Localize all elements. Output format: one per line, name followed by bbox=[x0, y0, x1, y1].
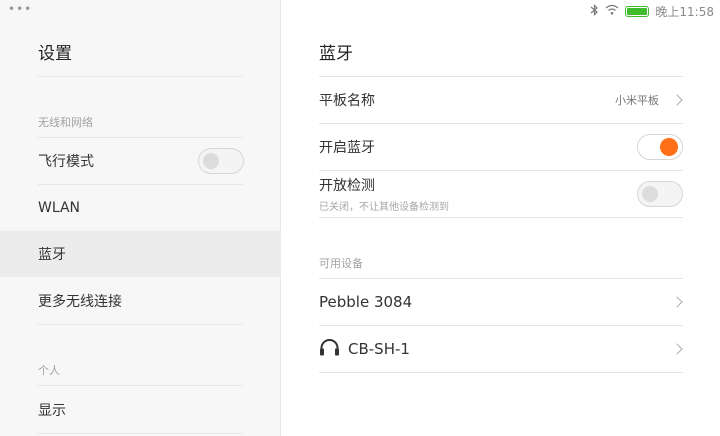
section-label-wireless: 无线和网络 bbox=[38, 116, 93, 129]
toggle-knob bbox=[642, 186, 658, 202]
bluetooth-icon bbox=[590, 3, 599, 19]
chevron-right-icon bbox=[671, 343, 683, 355]
sidebar-item-more-wireless[interactable]: 更多无线连接 bbox=[0, 278, 281, 324]
status-time: 晚上11:58 bbox=[655, 4, 714, 19]
divider bbox=[319, 217, 683, 218]
sidebar-item-label: 更多无线连接 bbox=[38, 294, 122, 310]
battery-icon bbox=[625, 5, 650, 17]
device-name-label: 平板名称 bbox=[319, 93, 375, 109]
section-label-personal: 个人 bbox=[38, 364, 60, 377]
sidebar-item-label: 蓝牙 bbox=[38, 247, 66, 263]
device-row-pebble[interactable]: Pebble 3084 bbox=[319, 279, 683, 325]
device-name-value: 小米平板 bbox=[615, 94, 659, 107]
chevron-right-icon bbox=[671, 296, 683, 308]
wifi-icon bbox=[605, 4, 619, 18]
menu-dots-icon[interactable]: ••• bbox=[8, 2, 32, 16]
page-title: 蓝牙 bbox=[319, 44, 353, 64]
divider bbox=[319, 372, 683, 373]
device-name-row[interactable]: 平板名称 小米平板 bbox=[319, 77, 683, 123]
device-row-cb-sh-1[interactable]: CB-SH-1 bbox=[319, 326, 683, 372]
device-name: CB-SH-1 bbox=[348, 340, 410, 358]
enable-bluetooth-label: 开启蓝牙 bbox=[319, 140, 375, 156]
sidebar-item-display[interactable]: 显示 bbox=[0, 387, 281, 433]
divider bbox=[38, 76, 243, 77]
sidebar-item-label: WLAN bbox=[38, 200, 81, 216]
sidebar-item-bluetooth[interactable]: 蓝牙 bbox=[0, 231, 281, 277]
discoverable-row: 开放检测 已关闭，不让其他设备检测到 bbox=[319, 171, 683, 217]
sidebar-item-label: 飞行模式 bbox=[38, 154, 94, 170]
chevron-right-icon bbox=[671, 94, 683, 106]
device-name: Pebble 3084 bbox=[319, 293, 413, 311]
sidebar-item-wlan[interactable]: WLAN bbox=[0, 185, 281, 231]
settings-sidebar: ••• 设置 无线和网络 飞行模式 WLAN 蓝牙 更多无线连接 个人 显示 bbox=[0, 0, 281, 436]
available-devices-header: 可用设备 bbox=[319, 257, 363, 270]
discoverable-label: 开放检测 bbox=[319, 178, 375, 194]
headphones-icon bbox=[319, 338, 340, 360]
discoverable-toggle[interactable] bbox=[637, 181, 683, 207]
sidebar-title: 设置 bbox=[38, 44, 72, 64]
airplane-mode-toggle[interactable] bbox=[198, 148, 244, 174]
discoverable-subtitle: 已关闭，不让其他设备检测到 bbox=[319, 202, 449, 213]
divider bbox=[38, 433, 243, 434]
divider bbox=[38, 324, 243, 325]
toggle-knob bbox=[660, 138, 678, 156]
toggle-knob bbox=[203, 153, 219, 169]
divider bbox=[38, 385, 243, 386]
status-bar: 晚上11:58 bbox=[590, 3, 714, 19]
enable-bluetooth-row: 开启蓝牙 bbox=[319, 124, 683, 170]
sidebar-item-label: 显示 bbox=[38, 403, 66, 419]
bluetooth-toggle[interactable] bbox=[637, 134, 683, 160]
